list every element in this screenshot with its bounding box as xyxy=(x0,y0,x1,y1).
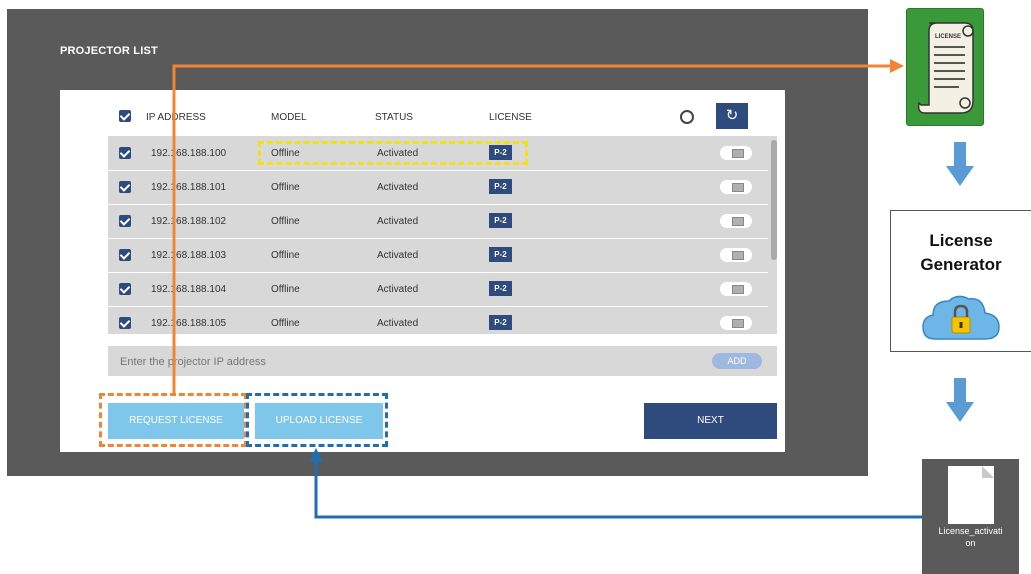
generator-line-2: Generator xyxy=(920,255,1002,274)
cloud-lock-icon xyxy=(922,295,1000,340)
activation-file-icon: License_activati on xyxy=(922,459,1019,574)
down-arrow-1-head xyxy=(946,166,974,186)
request-arrow-head xyxy=(890,59,904,73)
activation-file-label: License_activati on xyxy=(922,525,1019,549)
license-generator-label: License Generator xyxy=(891,229,1031,277)
flow-arrows xyxy=(172,59,974,519)
generator-line-1: License xyxy=(929,231,993,250)
upload-arrow-line xyxy=(314,460,922,519)
down-arrow-1-stem xyxy=(954,142,966,166)
file-name-line-1: License_activati xyxy=(938,526,1003,536)
document-icon xyxy=(948,466,994,524)
request-arrow-line xyxy=(172,64,892,395)
upload-arrow-head xyxy=(309,448,323,462)
file-name-line-2: on xyxy=(965,538,976,548)
down-arrow-2-head xyxy=(946,402,974,422)
down-arrow-2-stem xyxy=(954,378,966,402)
license-file-icon: LICENSE xyxy=(906,8,984,126)
license-generator-box: License Generator xyxy=(890,210,1031,352)
license-icon-text: LICENSE xyxy=(935,34,961,40)
